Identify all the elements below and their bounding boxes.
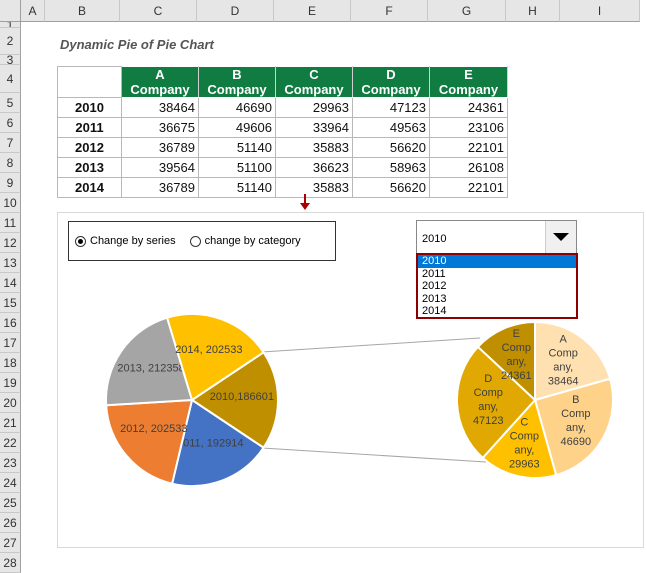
dropdown-option[interactable]: 2014 <box>418 305 576 318</box>
dropdown-option[interactable]: 2011 <box>418 268 576 281</box>
slice-label: 2010,186601 <box>210 391 274 403</box>
dropdown-list: 2010 2011 2012 2013 2014 <box>416 253 578 319</box>
row-header[interactable]: 28 <box>0 553 21 573</box>
slice-label: 2011, 192914 <box>177 437 243 449</box>
slice-label: 2013, 212358 <box>117 363 184 375</box>
radio-change-by-series[interactable]: Change by series <box>75 235 176 247</box>
dropdown-option[interactable]: 2012 <box>418 280 576 293</box>
connector-line <box>261 337 481 353</box>
dropdown-option[interactable]: 2010 <box>418 255 576 268</box>
year-dropdown[interactable]: 2010 <box>416 220 577 254</box>
radio-change-by-category[interactable]: change by category <box>189 235 301 247</box>
dropdown-button[interactable] <box>545 221 576 253</box>
radio-group: Change by series change by category <box>68 221 336 261</box>
slice-label: 2012, 202533 <box>120 423 187 435</box>
caret-down-icon <box>553 233 569 241</box>
dropdown-value: 2010 <box>422 233 447 245</box>
radio-selected-icon <box>75 235 86 247</box>
radio-label: Change by series <box>90 235 176 247</box>
slice-label: 2014, 202533 <box>175 344 242 356</box>
dropdown-option[interactable]: 2013 <box>418 293 576 306</box>
radio-empty-icon <box>189 235 201 247</box>
connector-line <box>261 447 487 463</box>
radio-label: change by category <box>204 235 301 247</box>
